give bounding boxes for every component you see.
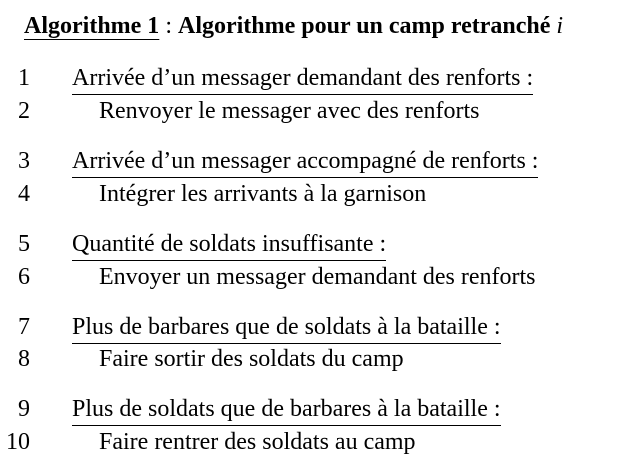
line-number: 10 [6,429,30,455]
line-number: 1 [18,65,30,91]
action-line: Intégrer les arrivants à la garnison [99,181,427,207]
action-line: Renvoyer le messager avec des renforts [99,98,480,124]
line-number: 3 [18,148,30,174]
line-number: 8 [18,346,30,372]
line-number: 6 [18,264,30,290]
line-number: 9 [18,396,30,422]
algorithm-variable: i [556,13,564,39]
action-line: Faire sortir des soldats du camp [99,346,404,372]
title-separator: : [159,13,178,39]
condition-line: Arrivée d’un messager accompagné de renf… [72,149,539,178]
algorithm-name: Algorithme pour un camp retranché [177,13,557,39]
action-line: Faire rentrer des soldats au camp [99,429,416,455]
condition-line: Arrivée d’un messager demandant des renf… [72,66,534,95]
line-number: 2 [18,98,30,124]
line-number: 7 [18,314,30,340]
condition-line: Plus de barbares que de soldats à la bat… [72,315,501,344]
algorithm-label: Algorithme 1 [24,13,160,39]
line-number: 5 [18,231,30,257]
action-line: Envoyer un messager demandant des renfor… [99,264,536,290]
condition-line: Quantité de soldats insuffisante : [72,232,387,261]
algorithm-title: Algorithme 1 : Algorithme pour un camp r… [24,14,563,38]
line-number: 4 [18,181,30,207]
condition-line: Plus de soldats que de barbares à la bat… [72,397,501,426]
